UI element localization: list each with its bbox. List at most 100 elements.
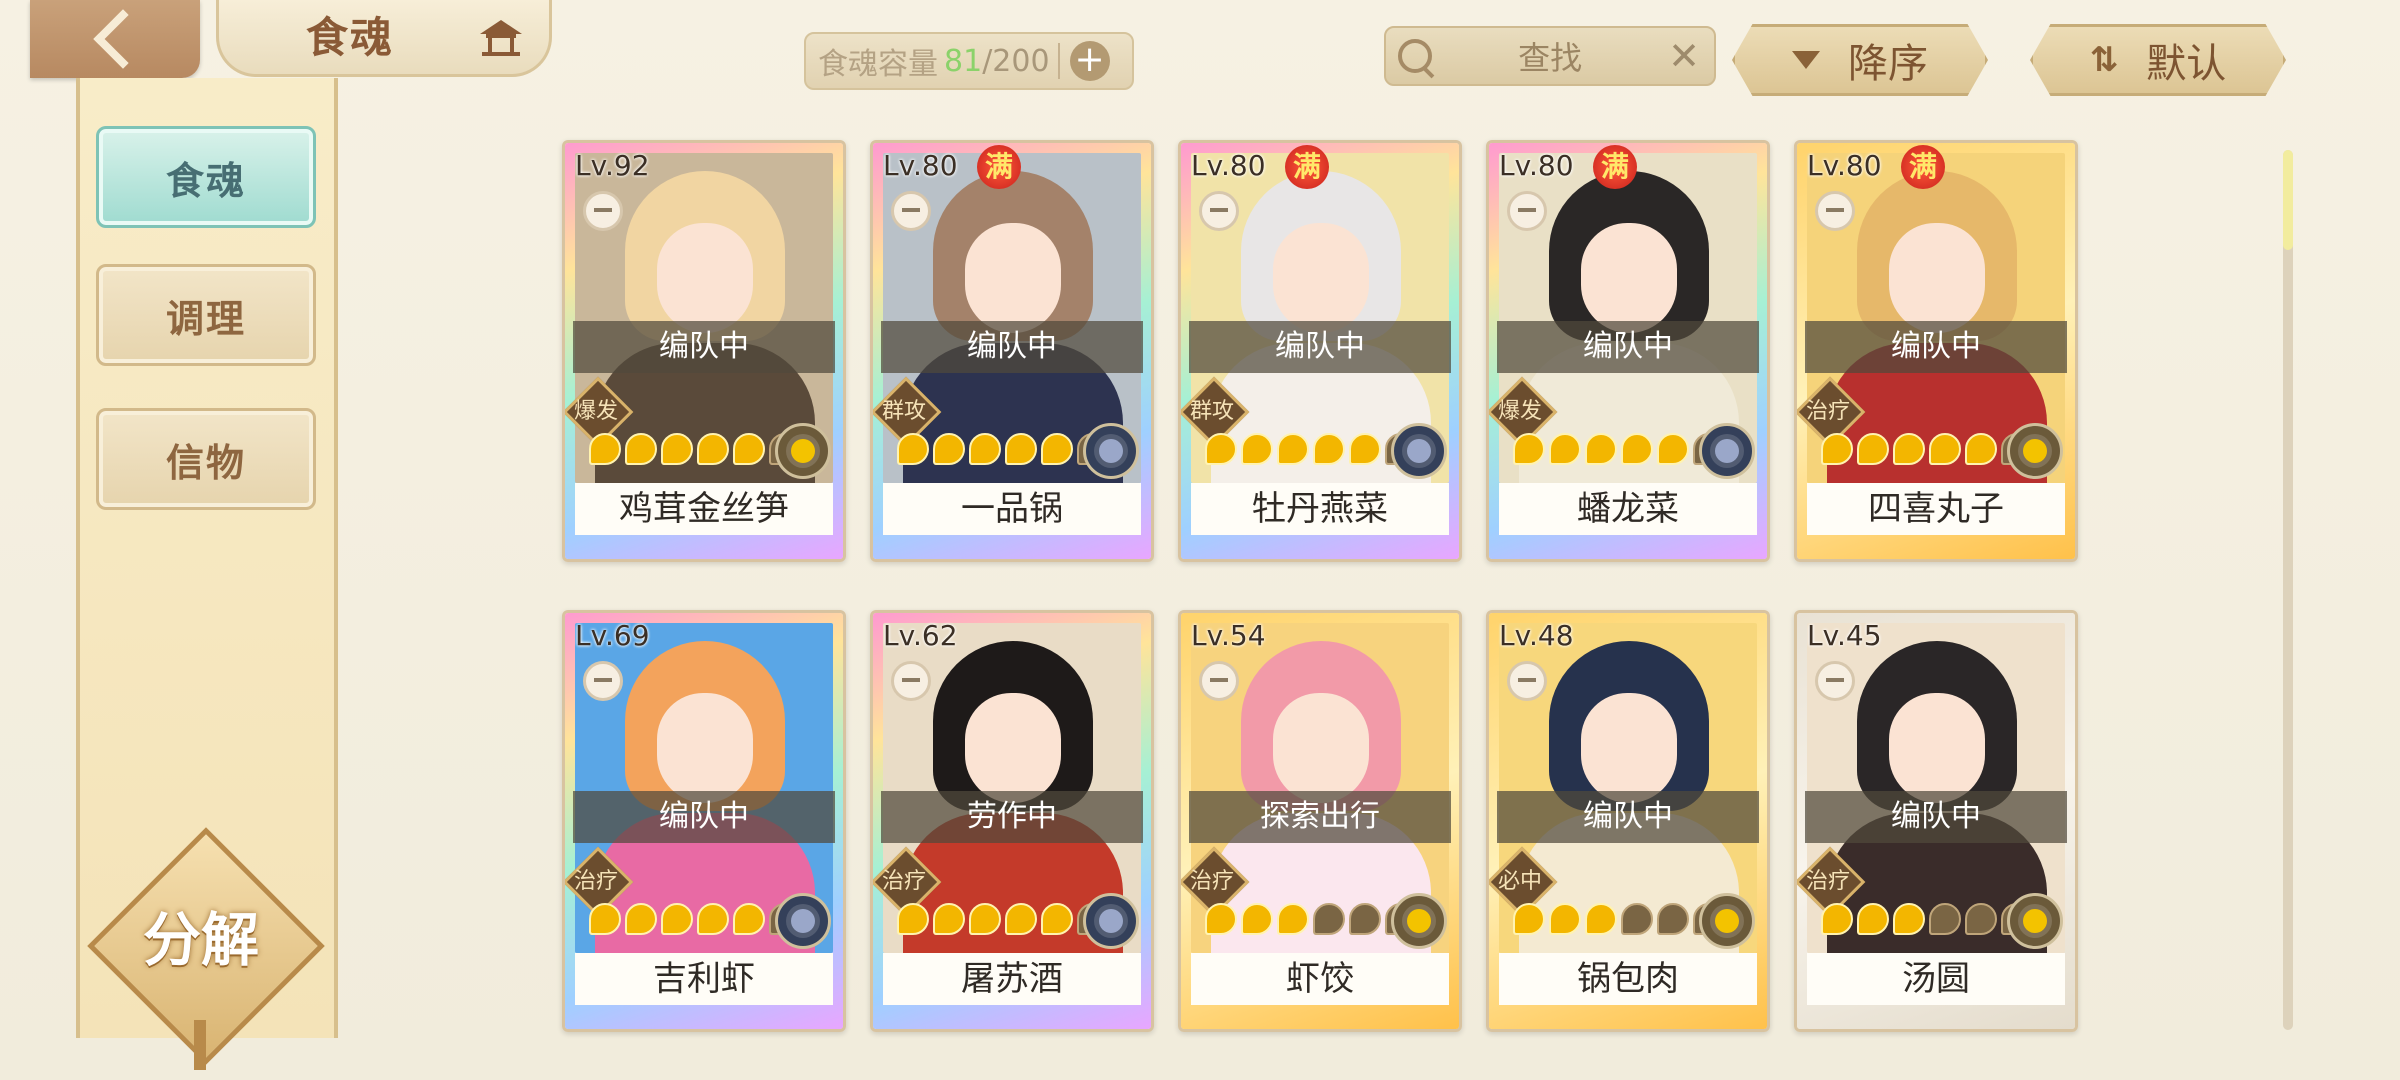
card-status: 编队中 bbox=[1189, 321, 1451, 373]
clear-search-icon[interactable]: ✕ bbox=[1668, 34, 1700, 78]
tab-food-soul[interactable]: 食魂 bbox=[96, 126, 316, 228]
food-soul-card[interactable]: Lv.62 劳作中 治疗 屠苏酒 bbox=[870, 610, 1154, 1032]
search-label[interactable]: 查找 bbox=[1432, 33, 1668, 79]
back-button[interactable] bbox=[30, 0, 200, 78]
capacity-current: 81 bbox=[944, 43, 983, 79]
food-soul-card[interactable]: Lv.54 探索出行治疗虾饺 bbox=[1178, 610, 1462, 1032]
role-badge: 必中 bbox=[1489, 846, 1558, 918]
flame-star-icon bbox=[1513, 433, 1545, 465]
flame-star-icon bbox=[1965, 433, 1997, 465]
role-badge: 治疗 bbox=[1181, 846, 1250, 918]
card-name: 鸡茸金丝笋 bbox=[619, 489, 789, 529]
flower-element-icon bbox=[1391, 423, 1447, 479]
card-status: 编队中 bbox=[573, 321, 835, 373]
card-level: Lv.80 bbox=[1191, 149, 1266, 182]
sort-order-button[interactable]: 降序 bbox=[1732, 24, 1988, 96]
card-name: 虾饺 bbox=[1286, 959, 1354, 999]
flame-star-icon bbox=[1241, 903, 1273, 935]
food-soul-card[interactable]: Lv.80 满编队中 群攻 牡丹燕菜 bbox=[1178, 140, 1462, 562]
role-label: 治疗 bbox=[573, 869, 618, 894]
flame-star-icon bbox=[1965, 903, 1997, 935]
max-badge: 满 bbox=[977, 145, 1021, 189]
star-rating bbox=[1821, 433, 2033, 465]
mood-icon bbox=[891, 661, 931, 701]
food-soul-card[interactable]: Lv.92 编队中 爆发 鸡茸金丝笋 bbox=[562, 140, 846, 562]
flame-star-icon bbox=[1205, 433, 1237, 465]
flame-star-icon bbox=[1621, 433, 1653, 465]
add-capacity-button[interactable]: + bbox=[1069, 41, 1110, 81]
search-box[interactable]: 查找 ✕ bbox=[1384, 26, 1716, 86]
flame-star-icon bbox=[1857, 903, 1889, 935]
role-badge: 爆发 bbox=[1489, 376, 1558, 448]
flower-element-icon bbox=[2007, 423, 2063, 479]
flame-star-icon bbox=[1041, 433, 1073, 465]
card-name: 牡丹燕菜 bbox=[1252, 489, 1388, 529]
card-status: 编队中 bbox=[881, 321, 1143, 373]
flame-star-icon bbox=[661, 903, 693, 935]
tab-cooking[interactable]: 调理 bbox=[96, 264, 316, 366]
home-pavilion-icon[interactable] bbox=[478, 18, 524, 58]
card-level: Lv.48 bbox=[1499, 619, 1574, 652]
role-badge: 治疗 bbox=[1797, 846, 1866, 918]
card-status: 编队中 bbox=[1805, 791, 2067, 843]
flame-star-icon bbox=[1277, 903, 1309, 935]
star-rating bbox=[897, 903, 1109, 935]
card-name: 蟠龙菜 bbox=[1577, 489, 1679, 529]
card-status: 编队中 bbox=[573, 791, 835, 843]
role-badge: 治疗 bbox=[1797, 376, 1866, 448]
card-level: Lv.45 bbox=[1807, 619, 1882, 652]
food-soul-card[interactable]: Lv.48 编队中 必中 锅包肉 bbox=[1486, 610, 1770, 1032]
decompose-label[interactable]: 分解 bbox=[122, 900, 280, 980]
search-icon bbox=[1398, 39, 1432, 73]
flame-star-icon bbox=[1313, 433, 1345, 465]
card-level: Lv.80 bbox=[883, 149, 958, 182]
flame-star-icon bbox=[1929, 433, 1961, 465]
role-badge: 治疗 bbox=[565, 846, 634, 918]
max-badge: 满 bbox=[1285, 145, 1329, 189]
flame-star-icon bbox=[897, 433, 929, 465]
food-soul-card[interactable]: Lv.45 编队中 治疗汤圆 bbox=[1794, 610, 2078, 1032]
mood-icon bbox=[583, 661, 623, 701]
flower-element-icon bbox=[1699, 423, 1755, 479]
scrollbar-thumb[interactable] bbox=[2283, 150, 2293, 250]
star-rating bbox=[1821, 903, 2033, 935]
flame-star-icon bbox=[733, 433, 765, 465]
food-soul-card[interactable]: Lv.80 满编队中 爆发 蟠龙菜 bbox=[1486, 140, 1770, 562]
flame-star-icon bbox=[1005, 433, 1037, 465]
card-status: 探索出行 bbox=[1189, 791, 1451, 843]
food-soul-card[interactable]: Lv.80 满编队中 群攻 一品锅 bbox=[870, 140, 1154, 562]
role-badge: 群攻 bbox=[873, 376, 942, 448]
flame-star-icon bbox=[897, 903, 929, 935]
mood-icon bbox=[1507, 191, 1547, 231]
food-soul-card[interactable]: Lv.69 编队中 治疗 吉利虾 bbox=[562, 610, 846, 1032]
scrollbar-track[interactable] bbox=[2283, 150, 2293, 1030]
tassel-ornament bbox=[194, 1020, 206, 1070]
flame-star-icon bbox=[1549, 903, 1581, 935]
star-rating bbox=[1513, 433, 1725, 465]
flame-star-icon bbox=[969, 903, 1001, 935]
flame-star-icon bbox=[625, 433, 657, 465]
flame-star-icon bbox=[1513, 903, 1545, 935]
role-label: 爆发 bbox=[573, 399, 618, 424]
card-status: 编队中 bbox=[1497, 791, 1759, 843]
mood-icon bbox=[1815, 191, 1855, 231]
role-label: 治疗 bbox=[1189, 869, 1234, 894]
flame-star-icon bbox=[1821, 903, 1853, 935]
sort-order-label: 降序 bbox=[1848, 41, 1928, 87]
sort-default-button[interactable]: ⇅ 默认 bbox=[2030, 24, 2286, 96]
card-status: 劳作中 bbox=[881, 791, 1143, 843]
card-name: 汤圆 bbox=[1902, 959, 1970, 999]
role-label: 治疗 bbox=[1805, 399, 1850, 424]
card-level: Lv.54 bbox=[1191, 619, 1266, 652]
tab-token[interactable]: 信物 bbox=[96, 408, 316, 510]
flame-star-icon bbox=[1621, 903, 1653, 935]
capacity-divider bbox=[1057, 43, 1060, 79]
flame-star-icon bbox=[1005, 903, 1037, 935]
flower-element-icon bbox=[1083, 893, 1139, 949]
food-soul-card[interactable]: Lv.80 满编队中 治疗 四喜丸子 bbox=[1794, 140, 2078, 562]
flame-star-icon bbox=[933, 903, 965, 935]
star-rating bbox=[589, 903, 801, 935]
card-level: Lv.80 bbox=[1499, 149, 1574, 182]
flame-star-icon bbox=[1277, 433, 1309, 465]
star-rating bbox=[1205, 903, 1417, 935]
